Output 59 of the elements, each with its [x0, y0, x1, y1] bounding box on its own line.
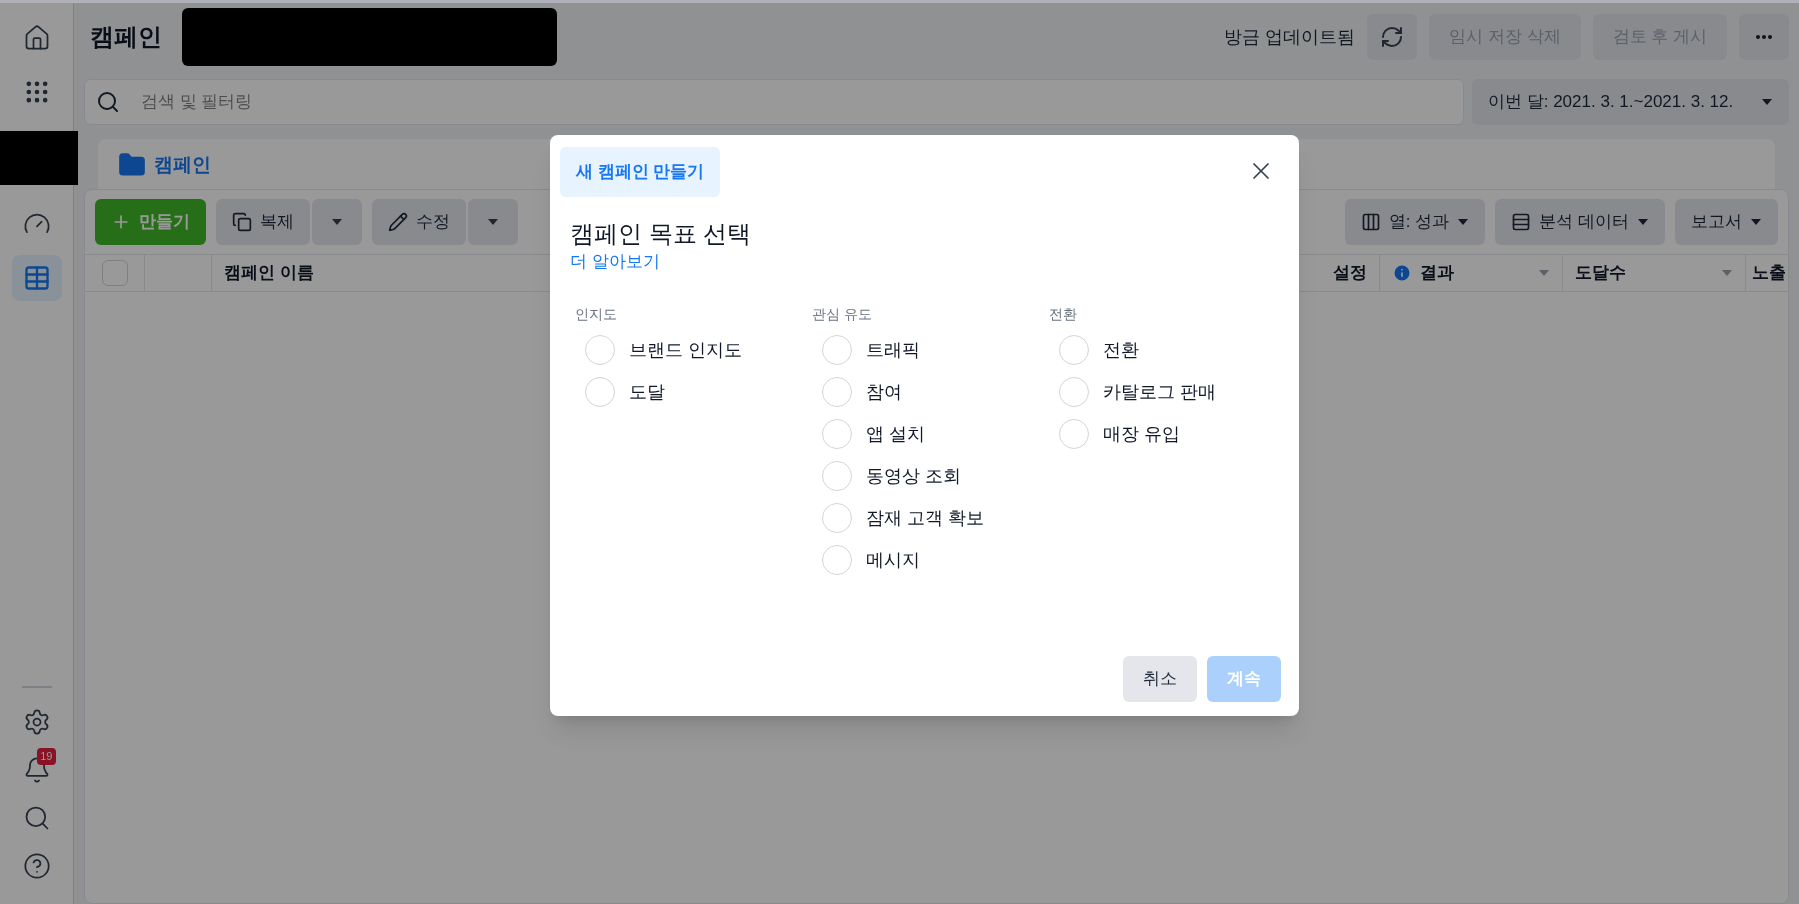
columns-dropdown[interactable]: 열: 성과: [1344, 199, 1486, 245]
caret-icon: [1750, 218, 1762, 226]
columns-icon: [1360, 212, 1381, 232]
category-label: 전환: [1049, 305, 1077, 324]
objective-option[interactable]: 매장 유입: [1059, 419, 1180, 449]
caret-icon: [1457, 218, 1470, 226]
reports-dropdown[interactable]: 보고서: [1675, 199, 1778, 245]
objective-option[interactable]: 메시지: [822, 545, 920, 575]
page-title: 캠페인: [90, 22, 162, 52]
column-header[interactable]: 결과: [1380, 255, 1563, 291]
help-icon: [22, 852, 51, 880]
sidebar-item[interactable]: 19: [11, 748, 62, 792]
pencil-icon: [388, 212, 408, 232]
caret-icon: [331, 218, 343, 226]
objective-option[interactable]: 잠재 고객 확보: [822, 503, 984, 533]
category-label: 관심 유도: [812, 305, 872, 324]
objective-option[interactable]: 전환: [1059, 335, 1139, 365]
caret-icon: [1538, 269, 1550, 277]
objective-option[interactable]: 앱 설치: [822, 419, 925, 449]
objective-option[interactable]: 참여: [822, 377, 902, 407]
edit-button[interactable]: 수정: [372, 199, 466, 245]
dialog-chip: 새 캠페인 만들기: [560, 147, 721, 197]
dropdown-button[interactable]: [468, 199, 518, 245]
account-selector[interactable]: [182, 8, 557, 66]
category-label: 인지도: [575, 305, 617, 324]
update-status: 방금 업데이트됨: [1224, 25, 1356, 49]
checkbox[interactable]: [101, 260, 128, 286]
date-range-dropdown[interactable]: 이번 달: 2021. 3. 1.~2021. 3. 12.: [1472, 79, 1789, 125]
objective-option[interactable]: 브랜드 인지도: [585, 335, 742, 365]
objective-option[interactable]: 동영상 조회: [822, 461, 961, 491]
learn-more-link[interactable]: 더 알아보기: [570, 248, 660, 274]
caret-icon: [487, 218, 499, 226]
search-icon: [96, 90, 120, 114]
search-field[interactable]: 검색 및 필터링: [84, 79, 1464, 125]
caret-icon: [1721, 269, 1733, 277]
dialog-title: 캠페인 목표 선택: [570, 218, 752, 249]
breakdown-dropdown[interactable]: 분석 데이터: [1495, 199, 1665, 245]
copy-icon: [232, 212, 252, 232]
caret-icon: [1637, 218, 1649, 226]
column-header[interactable]: 도달수: [1563, 255, 1746, 291]
dropdown-button[interactable]: [312, 199, 362, 245]
table-icon: [22, 264, 51, 292]
info-icon: [1392, 263, 1412, 283]
objective-option[interactable]: 트래픽: [822, 335, 920, 365]
duplicate-button[interactable]: 복제: [216, 199, 310, 245]
cancel-button[interactable]: 취소: [1123, 656, 1197, 702]
more-icon: [1756, 35, 1772, 39]
more-button[interactable]: [1739, 14, 1789, 60]
notification-badge: 19: [37, 748, 56, 765]
folder-icon: [118, 151, 146, 179]
refresh-icon: [1380, 25, 1405, 49]
account-block[interactable]: [0, 131, 78, 185]
column-header[interactable]: 노출: [1746, 255, 1788, 291]
caret-icon: [1761, 98, 1773, 106]
objective-option[interactable]: 도달: [585, 377, 665, 407]
breakdown-icon: [1511, 212, 1532, 232]
sidebar-item[interactable]: [11, 255, 62, 301]
refresh-button[interactable]: [1367, 14, 1418, 60]
objective-option[interactable]: 카탈로그 판매: [1059, 377, 1216, 407]
